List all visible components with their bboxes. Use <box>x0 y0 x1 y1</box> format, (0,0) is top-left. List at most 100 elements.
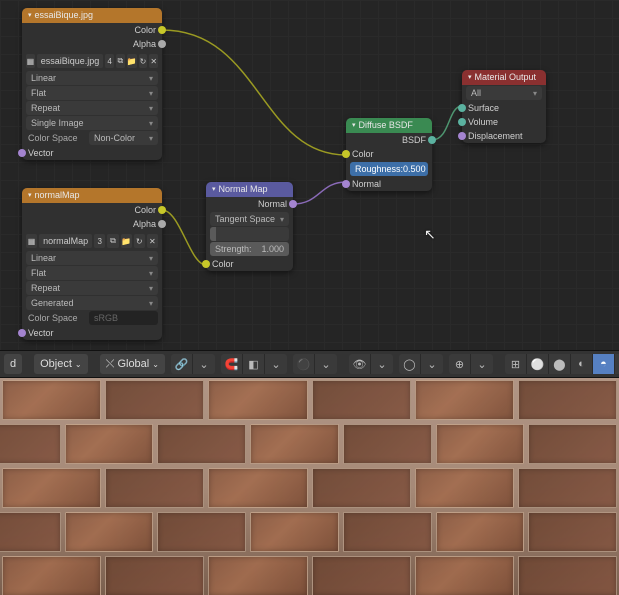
collapse-icon[interactable]: ▾ <box>28 188 32 203</box>
reload-icon[interactable]: ↻ <box>139 54 148 68</box>
chevron-down-icon: ⌄ <box>75 360 82 369</box>
reload-icon[interactable]: ↻ <box>134 234 145 248</box>
socket-displacement-in[interactable] <box>458 132 466 140</box>
input-surface: Surface <box>462 101 546 115</box>
node-header[interactable]: ▾Material Output <box>462 70 546 85</box>
socket-normal-out[interactable] <box>289 200 297 208</box>
output-color: Color <box>22 203 162 217</box>
matprev-shading-icon[interactable]: ◐ <box>571 354 593 374</box>
orientation-dropdown[interactable]: ⤬Global⌄ <box>100 354 165 374</box>
node-editor-grid[interactable]: ▾essaiBique.jpg Color Alpha ▦ essaiBique… <box>0 0 619 350</box>
prop-edit-icon[interactable]: ⚫ <box>293 354 315 374</box>
input-displacement: Displacement <box>462 129 546 143</box>
snap-toggle-icon[interactable]: 🧲 <box>221 354 243 374</box>
unlink-icon[interactable]: ✕ <box>149 54 158 68</box>
brick-texture-render <box>0 378 619 595</box>
collapse-icon[interactable]: ▾ <box>212 182 216 197</box>
unlink-icon[interactable]: ✕ <box>147 234 158 248</box>
image-icon[interactable]: ▦ <box>26 54 35 68</box>
pivot-icon[interactable]: 🔗 <box>171 354 193 374</box>
strength-slider[interactable]: Strength:1.000 <box>210 242 289 256</box>
node-header[interactable]: ▾Normal Map <box>206 182 293 197</box>
socket-color-in[interactable] <box>342 150 350 158</box>
node-title: Normal Map <box>219 182 268 197</box>
projection-dropdown[interactable]: Flat▾ <box>26 266 158 280</box>
socket-color-out[interactable] <box>158 26 166 34</box>
color-space-label: Color Space <box>26 311 87 325</box>
uvmap-field[interactable] <box>210 227 289 241</box>
socket-vector-in[interactable] <box>18 329 26 337</box>
image-users[interactable]: 3 <box>94 234 105 248</box>
node-image-texture-2[interactable]: ▾normalMap Color Alpha ▦ normalMap 3 ⧉ 📁… <box>22 188 162 340</box>
node-material-output[interactable]: ▾Material Output All▾ Surface Volume Dis… <box>462 70 546 143</box>
image-name-field[interactable]: essaiBique.jpg <box>37 54 104 68</box>
color-space-row: Color Space Non-Color▾ <box>26 131 158 145</box>
collapse-icon[interactable]: ▾ <box>352 118 356 133</box>
source-dropdown[interactable]: Single Image▾ <box>26 116 158 130</box>
open-image-icon[interactable]: 📁 <box>121 234 132 248</box>
color-space-dropdown: sRGB <box>89 311 158 325</box>
image-name-field[interactable]: normalMap <box>39 234 92 248</box>
target-dropdown[interactable]: All▾ <box>466 86 542 100</box>
viewport-3d[interactable] <box>0 378 619 595</box>
node-header[interactable]: ▾Diffuse BSDF <box>346 118 432 133</box>
snap-chevron-icon[interactable]: ⌄ <box>265 354 287 374</box>
shading-chevron-icon[interactable]: ⌄ <box>615 354 619 374</box>
node-header[interactable]: ▾essaiBique.jpg <box>22 8 162 23</box>
extension-dropdown[interactable]: Repeat▾ <box>26 101 158 115</box>
socket-color-out[interactable] <box>158 206 166 214</box>
socket-alpha-out[interactable] <box>158 220 166 228</box>
solid-shading-icon[interactable]: ⬤ <box>549 354 571 374</box>
rendered-shading-icon[interactable]: ◓ <box>593 354 615 374</box>
source-dropdown[interactable]: Generated▾ <box>26 296 158 310</box>
socket-normal-in[interactable] <box>342 180 350 188</box>
color-space-row: Color Space sRGB <box>26 311 158 325</box>
overlay-icon[interactable]: ⊕ <box>449 354 471 374</box>
mode-indicator-trunc: d <box>4 354 22 374</box>
snap-target-icon[interactable]: ◧ <box>243 354 265 374</box>
color-space-dropdown[interactable]: Non-Color▾ <box>89 131 158 145</box>
socket-volume-in[interactable] <box>458 118 466 126</box>
socket-color-in[interactable] <box>202 260 210 268</box>
socket-vector-in[interactable] <box>18 149 26 157</box>
axes-icon: ⤬ <box>106 358 115 371</box>
collapse-icon[interactable]: ▾ <box>28 8 32 23</box>
image-users[interactable]: 4 <box>105 54 114 68</box>
socket-surface-in[interactable] <box>458 104 466 112</box>
gizmo-chevron-icon[interactable]: ⌄ <box>421 354 443 374</box>
prop-edit-chevron-icon[interactable]: ⌄ <box>315 354 337 374</box>
node-image-texture-1[interactable]: ▾essaiBique.jpg Color Alpha ▦ essaiBique… <box>22 8 162 160</box>
pivot-chevron-icon[interactable]: ⌄ <box>193 354 215 374</box>
wireframe-shading-icon[interactable]: ⚪ <box>527 354 549 374</box>
overlay-chevron-icon[interactable]: ⌄ <box>471 354 493 374</box>
shading-mode-group: ⊞ ⚪ ⬤ ◐ ◓ ⌄ <box>505 354 619 374</box>
output-normal: Normal <box>206 197 293 211</box>
prop-edit-group: ⚫ ⌄ <box>293 354 337 374</box>
visibility-icon[interactable]: 👁 <box>349 354 371 374</box>
node-normal-map[interactable]: ▾Normal Map Normal Tangent Space▾ Streng… <box>206 182 293 271</box>
image-icon[interactable]: ▦ <box>26 234 37 248</box>
socket-alpha-out[interactable] <box>158 40 166 48</box>
socket-bsdf-out[interactable] <box>428 136 436 144</box>
output-alpha: Alpha <box>22 217 162 231</box>
projection-dropdown[interactable]: Flat▾ <box>26 86 158 100</box>
output-color: Color <box>22 23 162 37</box>
roughness-slider[interactable]: Roughness:0.500 <box>350 162 428 176</box>
interpolation-dropdown[interactable]: Linear▾ <box>26 251 158 265</box>
fake-user-icon[interactable]: ⧉ <box>116 54 125 68</box>
xray-icon[interactable]: ⊞ <box>505 354 527 374</box>
viewport-toolbar: d Object⌄ ⤬Global⌄ 🔗 ⌄ 🧲 ◧ ⌄ ⚫ ⌄ 👁 ⌄ ◯ ⌄… <box>0 350 619 378</box>
node-diffuse-bsdf[interactable]: ▾Diffuse BSDF BSDF Color Roughness:0.500… <box>346 118 432 191</box>
mode-dropdown[interactable]: Object⌄ <box>34 354 88 374</box>
interpolation-dropdown[interactable]: Linear▾ <box>26 71 158 85</box>
collapse-icon[interactable]: ▾ <box>468 70 472 85</box>
visibility-group: 👁 ⌄ <box>349 354 393 374</box>
open-image-icon[interactable]: 📁 <box>127 54 137 68</box>
fake-user-icon[interactable]: ⧉ <box>107 234 118 248</box>
visibility-chevron-icon[interactable]: ⌄ <box>371 354 393 374</box>
space-dropdown[interactable]: Tangent Space▾ <box>210 212 289 226</box>
gizmo-icon[interactable]: ◯ <box>399 354 421 374</box>
extension-dropdown[interactable]: Repeat▾ <box>26 281 158 295</box>
node-header[interactable]: ▾normalMap <box>22 188 162 203</box>
snap-group: 🧲 ◧ ⌄ <box>221 354 287 374</box>
